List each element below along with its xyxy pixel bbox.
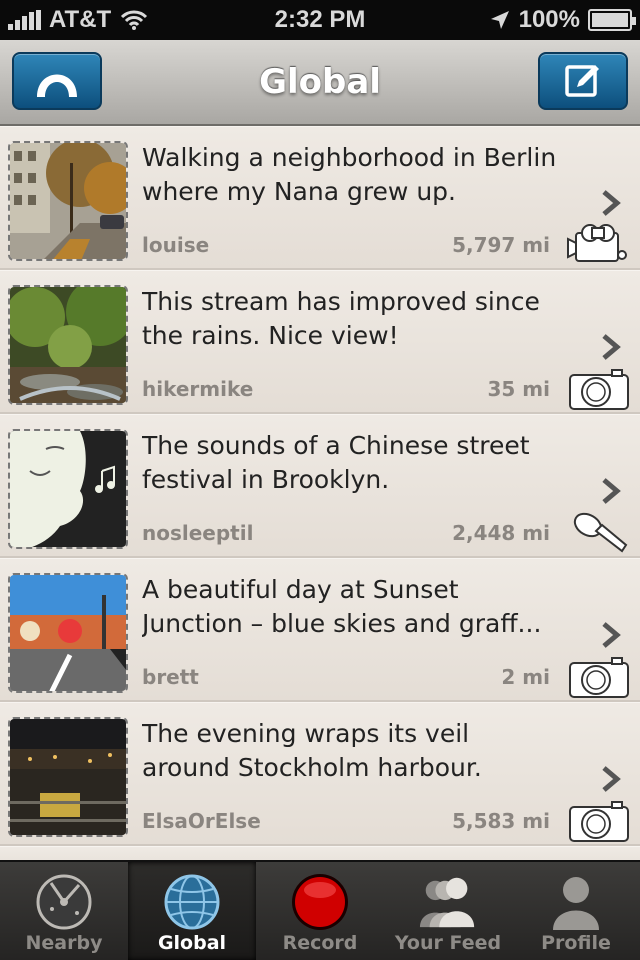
story-thumbnail [8,429,128,549]
story-distance: 35 mi [487,377,551,401]
status-bar: AT&T 2:32 PM 100% [0,0,640,40]
list-item[interactable]: The evening wraps its veil around Stockh… [0,702,640,846]
story-user[interactable]: hikermike [142,377,253,401]
list-item[interactable] [0,846,640,860]
story-user[interactable]: brett [142,665,199,689]
radar-icon [36,874,92,930]
camera-icon [569,369,629,410]
chevron-right-icon [602,478,621,504]
story-distance: 2 mi [501,665,550,689]
record-icon [292,874,348,930]
people-icon [419,877,475,928]
navigation-bar: Global [0,40,640,126]
tab-profile[interactable]: Profile [512,862,640,960]
compose-button[interactable] [538,52,628,110]
list-item[interactable]: This stream has improved since the rains… [0,270,640,414]
tab-bar: Nearby Global Record Your Feed Profile [0,860,640,960]
camera-icon [569,801,629,842]
story-thumbnail [8,573,128,693]
story-distance: 2,448 mi [452,521,550,545]
list-item[interactable]: The sounds of a Chinese street festival … [0,414,640,558]
tab-label: Your Feed [394,932,502,954]
story-title: This stream has improved since the rains… [142,287,540,350]
story-thumbnail [8,717,128,837]
list-item[interactable]: Walking a neighborhood in Berlin where m… [0,126,640,270]
story-distance: 5,797 mi [452,233,550,257]
tab-label: Record [282,932,358,954]
person-icon [553,877,599,930]
tab-record[interactable]: Record [256,862,384,960]
globe-icon [164,874,220,930]
story-title: A beautiful day at Sunset Junction – blu… [142,575,542,638]
story-thumbnail [8,141,128,261]
chevron-right-icon [602,190,621,216]
tab-nearby[interactable]: Nearby [0,862,128,960]
tab-your-feed[interactable]: Your Feed [384,862,512,960]
story-title: Walking a neighborhood in Berlin where m… [142,143,557,206]
tab-label: Global [157,932,227,954]
location-arrow-icon [490,11,509,29]
battery-percent: 100% [518,6,580,33]
tab-label: Nearby [25,932,103,954]
story-title: The evening wraps its veil around Stockh… [142,719,482,782]
story-user[interactable]: ElsaOrElse [142,809,261,833]
story-list[interactable]: Walking a neighborhood in Berlin where m… [0,126,640,860]
compose-icon [565,65,599,97]
tab-label: Profile [541,932,611,954]
chevron-right-icon [602,334,621,360]
list-item[interactable]: A beautiful day at Sunset Junction – blu… [0,558,640,702]
story-distance: 5,583 mi [452,809,550,833]
story-thumbnail [8,285,128,405]
chevron-right-icon [602,766,621,792]
story-title: The sounds of a Chinese street festival … [142,431,530,494]
battery-icon [588,9,636,31]
video-camera-icon [567,224,627,262]
tab-global[interactable]: Global [128,862,256,960]
story-user[interactable]: louise [142,233,209,257]
microphone-icon [573,512,628,553]
story-user[interactable]: nosleeptil [142,521,253,545]
chevron-right-icon [602,622,621,648]
camera-icon [569,657,629,698]
